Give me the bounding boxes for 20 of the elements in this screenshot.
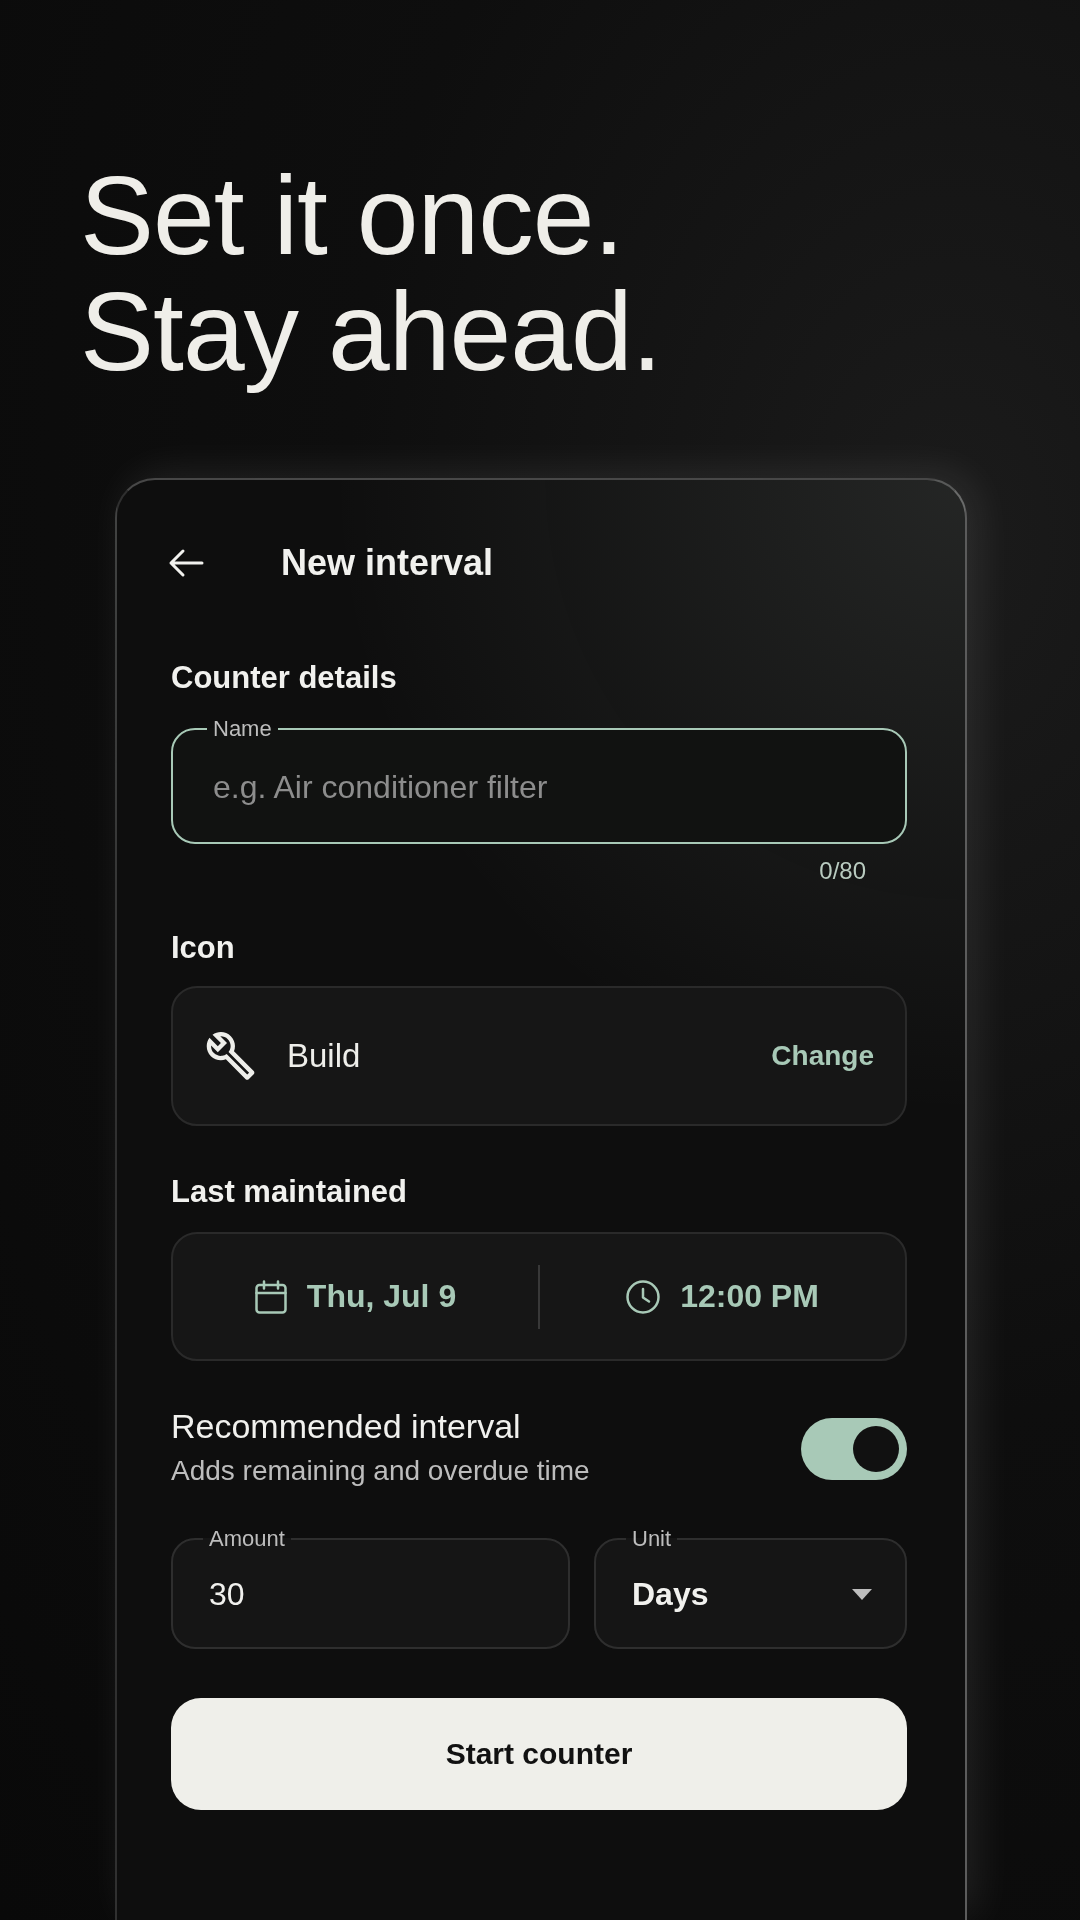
wrench-icon [205, 1031, 255, 1081]
field-label: Unit [631, 1526, 673, 1552]
change-button[interactable]: Change [771, 1040, 874, 1072]
back-arrow-icon[interactable] [168, 548, 204, 578]
field-label: Name [212, 716, 273, 742]
caret-icon [852, 1589, 872, 1600]
setting-title: Recommended interval [171, 1406, 522, 1447]
character-counter: 0/80 [819, 856, 866, 886]
date-button[interactable]: Thu, Jul 9 [173, 1234, 538, 1359]
section-heading: Counter details [171, 659, 397, 697]
clock-icon [626, 1279, 661, 1314]
start-button[interactable]: Start counter [171, 1698, 907, 1810]
setting-description: Adds remaining and overdue time [171, 1454, 590, 1488]
screen-title: New interval [281, 542, 494, 584]
field-label: Amount [208, 1526, 286, 1552]
section-heading: Icon [171, 929, 235, 967]
time-button[interactable]: 12:00 PM [540, 1234, 905, 1359]
selected-icon-name: Build [287, 1037, 361, 1075]
calendar-icon [254, 1279, 287, 1314]
section-heading: Last maintained [171, 1173, 407, 1211]
